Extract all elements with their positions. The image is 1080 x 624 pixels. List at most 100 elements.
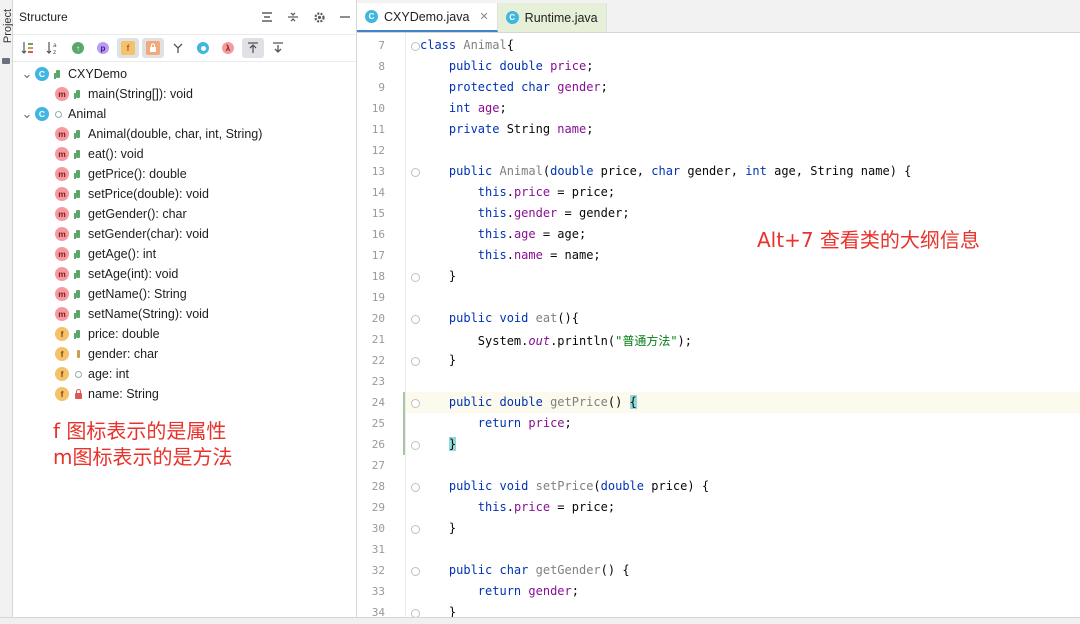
code-line[interactable]: System.out.println("普通方法"); [420, 332, 692, 349]
tree-field-item[interactable]: f age: int [13, 364, 356, 384]
minimize-icon[interactable] [334, 6, 356, 28]
code-line[interactable]: public void setPrice(double price) { [420, 479, 709, 493]
show-anonymous-icon[interactable] [167, 38, 189, 58]
tab-cxydemo-java[interactable]: C CXYDemo.java ✕ [357, 3, 498, 32]
fold-marker-icon[interactable] [411, 168, 420, 177]
method-icon: m [55, 207, 69, 221]
code-line[interactable]: protected char gender; [420, 80, 608, 94]
tree-method-item[interactable]: m setGender(char): void [13, 224, 356, 244]
method-icon: m [55, 87, 69, 101]
tree-field-item[interactable]: f price: double [13, 324, 356, 344]
method-icon: m [55, 167, 69, 181]
project-tool-strip[interactable]: Project [0, 0, 14, 624]
fold-marker-icon[interactable] [411, 273, 420, 282]
tree-item-label: gender: char [88, 347, 159, 361]
autoscroll-from-source-icon[interactable] [267, 38, 289, 58]
autoscroll-to-source-icon[interactable] [242, 38, 264, 58]
code-line[interactable]: public void eat(){ [420, 311, 579, 325]
folder-icon [2, 58, 10, 64]
tree-method-item[interactable]: m getGender(): char [13, 204, 356, 224]
field-icon: f [55, 367, 69, 381]
code-line[interactable]: public char getGender() { [420, 563, 630, 577]
tree-item-label: CXYDemo [68, 67, 128, 81]
collapse-all-icon[interactable] [282, 6, 304, 28]
tab-runtime-java[interactable]: C Runtime.java [497, 3, 607, 32]
code-line[interactable]: } [420, 269, 456, 283]
tree-class-item[interactable]: ⌄ C CXYDemo [13, 64, 356, 84]
show-non-public-icon[interactable] [142, 38, 164, 58]
fold-marker-icon[interactable] [411, 399, 420, 408]
code-line[interactable]: } [420, 437, 457, 451]
show-lambda-icon[interactable]: λ [217, 38, 239, 58]
annotation-line-methods: m图标表示的是方法 [53, 445, 233, 469]
fold-marker-icon[interactable] [411, 441, 420, 450]
code-line[interactable]: } [420, 521, 456, 535]
line-number: 8 [378, 60, 385, 73]
code-line[interactable]: } [420, 353, 456, 367]
line-number: 27 [371, 459, 385, 472]
fold-marker-icon[interactable] [411, 42, 420, 51]
fold-marker-icon[interactable] [411, 525, 420, 534]
method-icon: m [55, 307, 69, 321]
code-line[interactable]: this.age = age; [420, 227, 586, 241]
fold-marker-icon[interactable] [411, 315, 420, 324]
tree-method-item[interactable]: m setAge(int): void [13, 264, 356, 284]
tree-method-item[interactable]: m setPrice(double): void [13, 184, 356, 204]
code-line[interactable]: return gender; [420, 584, 579, 598]
line-number: 25 [371, 417, 385, 430]
public-visibility-icon [73, 269, 83, 279]
tree-method-item[interactable]: m getName(): String [13, 284, 356, 304]
chevron-down-icon[interactable]: ⌄ [19, 107, 35, 120]
tree-method-item[interactable]: m getPrice(): double [13, 164, 356, 184]
tree-method-item[interactable]: m Animal(double, char, int, String) [13, 124, 356, 144]
show-fields-icon[interactable]: f [117, 38, 139, 58]
line-number: 20 [371, 312, 385, 325]
show-lambdas-icon[interactable] [192, 38, 214, 58]
tree-class-item[interactable]: ⌄ C Animal [13, 104, 356, 124]
tab-label: CXYDemo.java [384, 9, 470, 24]
package-visibility-icon [53, 109, 63, 119]
sort-alphabetically-icon[interactable]: az [42, 38, 64, 58]
field-icon: f [55, 327, 69, 341]
fold-marker-icon[interactable] [411, 357, 420, 366]
gutter-separator [405, 33, 406, 624]
tree-method-item[interactable]: m eat(): void [13, 144, 356, 164]
code-line[interactable]: this.name = name; [420, 248, 601, 262]
tree-item-label: getAge(): int [88, 247, 157, 261]
code-line[interactable]: this.price = price; [420, 185, 615, 199]
tree-item-label: Animal(double, char, int, String) [88, 127, 263, 141]
show-inherited-icon[interactable]: ↑ [67, 38, 89, 58]
java-class-icon: C [365, 10, 378, 23]
public-visibility-icon [73, 329, 83, 339]
code-line[interactable]: this.price = price; [420, 500, 615, 514]
package-visibility-icon [73, 369, 83, 379]
code-line[interactable]: private String name; [420, 122, 594, 136]
show-properties-icon[interactable]: p [92, 38, 114, 58]
code-line[interactable]: class Animal{ [420, 38, 514, 52]
sort-by-visibility-icon[interactable] [17, 38, 39, 58]
gear-icon[interactable] [308, 6, 330, 28]
tree-method-item[interactable]: m main(String[]): void [13, 84, 356, 104]
method-icon: m [55, 287, 69, 301]
line-number: 33 [371, 585, 385, 598]
tree-method-item[interactable]: m setName(String): void [13, 304, 356, 324]
fold-marker-icon[interactable] [411, 567, 420, 576]
code-line[interactable]: public double price; [420, 59, 594, 73]
fold-marker-icon[interactable] [411, 483, 420, 492]
close-icon[interactable]: ✕ [479, 10, 488, 23]
code-line[interactable]: this.gender = gender; [420, 206, 630, 220]
tree-method-item[interactable]: m getAge(): int [13, 244, 356, 264]
method-icon: m [55, 247, 69, 261]
code-editor[interactable]: 7 class Animal{8 public double price; 9 pr… [357, 33, 1080, 624]
class-icon: C [35, 67, 49, 81]
structure-toolbar: az ↑ p f λ [13, 35, 356, 62]
code-line[interactable]: return price; [420, 416, 572, 430]
expand-all-icon[interactable] [256, 6, 278, 28]
annotation-line-fields: f 图标表示的是属性 [53, 419, 227, 443]
tree-field-item[interactable]: f name: String [13, 384, 356, 404]
tree-field-item[interactable]: f gender: char [13, 344, 356, 364]
code-line[interactable]: int age; [420, 101, 507, 115]
chevron-down-icon[interactable]: ⌄ [19, 67, 35, 80]
code-line[interactable]: public Animal(double price, char gender,… [420, 164, 911, 178]
code-line[interactable]: public double getPrice() { [420, 395, 637, 409]
